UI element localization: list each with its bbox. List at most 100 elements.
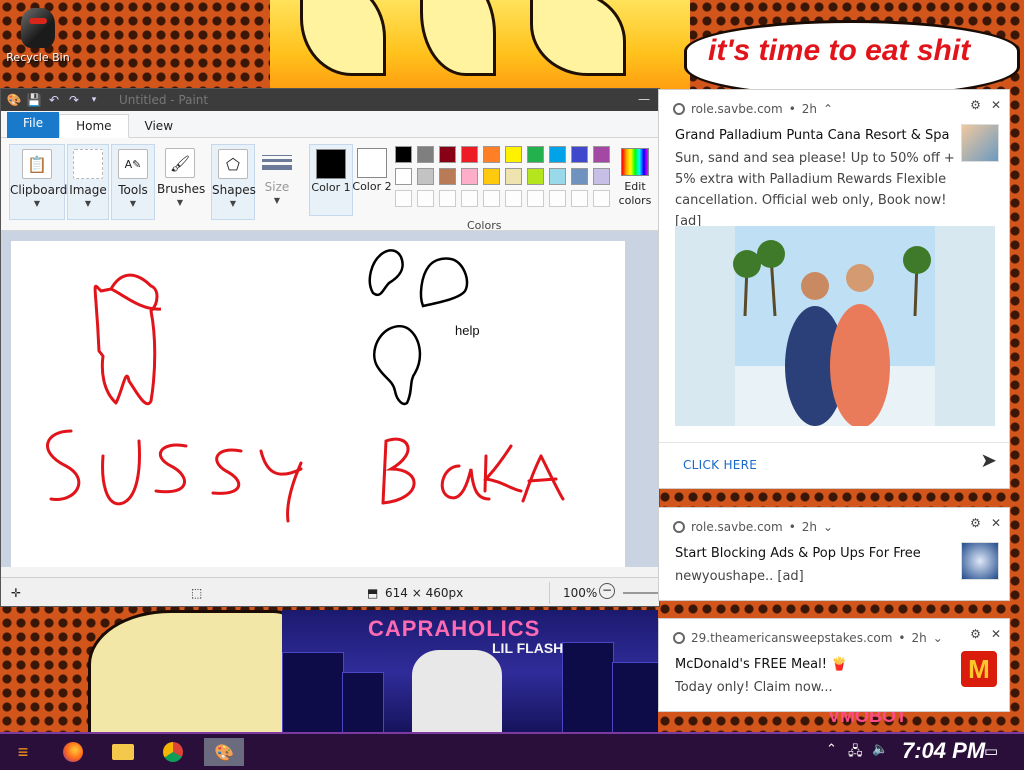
palette-swatch[interactable]: [593, 168, 610, 185]
gear-icon[interactable]: ⚙: [970, 98, 981, 112]
drawing-canvas[interactable]: help: [11, 241, 625, 567]
palette-swatch[interactable]: [549, 146, 566, 163]
chrome-taskbar-button[interactable]: [156, 738, 190, 766]
mcdonalds-logo-icon: M: [961, 651, 997, 687]
undo-icon[interactable]: ↶: [47, 93, 61, 107]
palette-swatch[interactable]: [593, 146, 610, 163]
action-center-icon[interactable]: ▭: [984, 742, 998, 760]
status-bar: ✛ ⬚ ⬒ 614 × 460px 100% −: [1, 577, 659, 606]
palette-swatch[interactable]: [439, 146, 456, 163]
line-width-icon: [262, 148, 292, 176]
palette-custom-swatch[interactable]: [571, 190, 588, 207]
window-title: Untitled - Paint: [119, 93, 209, 107]
separator-dot: •: [788, 102, 796, 116]
palette-swatch[interactable]: [439, 168, 456, 185]
palette-custom-swatch[interactable]: [483, 190, 500, 207]
palette-swatch[interactable]: [395, 168, 412, 185]
palette-swatch[interactable]: [505, 146, 522, 163]
paint-taskbar-button[interactable]: 🎨: [204, 738, 244, 766]
wallpaper-flames: [270, 0, 690, 90]
notification-adblock[interactable]: role.savbe.com • 2h ⌄ ⚙ ✕ Start Blocking…: [658, 507, 1010, 601]
palette-custom-swatch[interactable]: [505, 190, 522, 207]
palette-swatch[interactable]: [483, 146, 500, 163]
chevron-down-icon[interactable]: ⌄: [933, 631, 943, 645]
palette-swatch[interactable]: [527, 168, 544, 185]
palette-custom-swatch[interactable]: [461, 190, 478, 207]
customize-qat-icon[interactable]: ▾: [87, 93, 101, 107]
canvas-size-readout: 614 × 460px: [385, 586, 464, 600]
title-bar: 🎨 💾 ↶ ↷ ▾ Untitled - Paint: [1, 89, 659, 111]
zoom-out-icon[interactable]: −: [599, 583, 615, 599]
album-building: [282, 652, 344, 734]
chevron-down-icon[interactable]: ⌄: [823, 520, 833, 534]
album-art: CAPRAHOLICS LIL FLASH: [282, 610, 658, 734]
palette-custom-swatch[interactable]: [395, 190, 412, 207]
start-button[interactable]: ≡: [6, 738, 40, 766]
shapes-button[interactable]: ⬠ Shapes ▼: [211, 144, 256, 220]
color2-button[interactable]: Color 2: [351, 144, 393, 214]
shapes-label: Shapes: [212, 183, 256, 197]
image-button[interactable]: Image ▼: [67, 144, 109, 220]
edit-colors-button[interactable]: Edit colors: [615, 144, 655, 208]
explorer-taskbar-button[interactable]: [106, 738, 140, 766]
notification-palladium[interactable]: role.savbe.com • 2h ⌃ ⚙ ✕ Grand Palladiu…: [658, 89, 1010, 489]
save-icon[interactable]: 💾: [27, 93, 42, 107]
chevron-up-icon[interactable]: ⌃: [823, 102, 833, 116]
tray-overflow-icon[interactable]: ⌃: [826, 742, 837, 757]
notification-header: 29.theamericansweepstakes.com • 2h ⌄: [673, 631, 943, 645]
redo-icon[interactable]: ↷: [67, 93, 81, 107]
clipboard-button[interactable]: 📋 Clipboard ▼: [9, 144, 67, 220]
gear-icon[interactable]: ⚙: [970, 516, 981, 530]
brushes-button[interactable]: 🖌 Brushes ▼: [157, 144, 205, 218]
click-here-button[interactable]: CLICK HERE: [683, 458, 757, 472]
tab-file[interactable]: File: [7, 112, 60, 138]
chevron-down-icon: ▼: [273, 196, 281, 205]
gear-icon[interactable]: ⚙: [970, 627, 981, 641]
palette-swatch[interactable]: [395, 146, 412, 163]
album-title: CAPRAHOLICS: [368, 616, 541, 641]
palette-custom-swatch[interactable]: [527, 190, 544, 207]
palette-swatch[interactable]: [527, 146, 544, 163]
palette-swatch[interactable]: [417, 146, 434, 163]
palette-swatch[interactable]: [417, 168, 434, 185]
palette-custom-swatch[interactable]: [417, 190, 434, 207]
paint-app-icon[interactable]: 🎨: [7, 93, 22, 107]
wallpaper-figure: [88, 610, 294, 746]
taskbar-clock[interactable]: 7:04 PM: [902, 738, 985, 764]
tools-button[interactable]: A✎ Tools ▼: [111, 144, 155, 220]
size-button[interactable]: Size ▼: [257, 144, 297, 218]
close-icon[interactable]: ✕: [991, 627, 1001, 641]
size-label: Size: [264, 180, 290, 194]
notification-mcdonalds[interactable]: 29.theamericansweepstakes.com • 2h ⌄ ⚙ ✕…: [658, 618, 1010, 712]
palette-swatch[interactable]: [571, 146, 588, 163]
palette-custom-swatch[interactable]: [593, 190, 610, 207]
zoom-slider[interactable]: [623, 592, 659, 594]
palette-custom-swatch[interactable]: [549, 190, 566, 207]
network-icon[interactable]: 🖧: [848, 742, 863, 764]
status-divider: [549, 582, 550, 604]
palette-swatch[interactable]: [505, 168, 522, 185]
album-figure: [412, 650, 502, 734]
palette-swatch[interactable]: [461, 168, 478, 185]
firefox-taskbar-button[interactable]: [56, 738, 90, 766]
palette-swatch[interactable]: [483, 168, 500, 185]
chevron-down-icon: ▼: [176, 198, 184, 207]
selection-size-icon: ⬚: [191, 586, 203, 600]
recycle-bin-shortcut[interactable]: Recycle Bin: [6, 8, 70, 64]
brush-icon: 🖌: [165, 148, 195, 178]
color1-button[interactable]: Color 1: [309, 144, 353, 216]
close-icon[interactable]: ✕: [991, 98, 1001, 112]
close-icon[interactable]: ✕: [991, 516, 1001, 530]
minimize-button[interactable]: —: [629, 93, 659, 109]
palette-swatch[interactable]: [549, 168, 566, 185]
palette-swatch[interactable]: [461, 146, 478, 163]
notification-source: role.savbe.com: [691, 520, 783, 534]
volume-icon[interactable]: 🔈: [872, 742, 888, 757]
notification-header: role.savbe.com • 2h ⌃: [673, 102, 833, 116]
ribbon-tabs: File Home View: [1, 111, 659, 138]
cursor-arrow-icon: ➤: [980, 448, 997, 472]
palette-swatch[interactable]: [571, 168, 588, 185]
tab-home[interactable]: Home: [59, 114, 129, 138]
tab-view[interactable]: View: [129, 115, 189, 137]
palette-custom-swatch[interactable]: [439, 190, 456, 207]
